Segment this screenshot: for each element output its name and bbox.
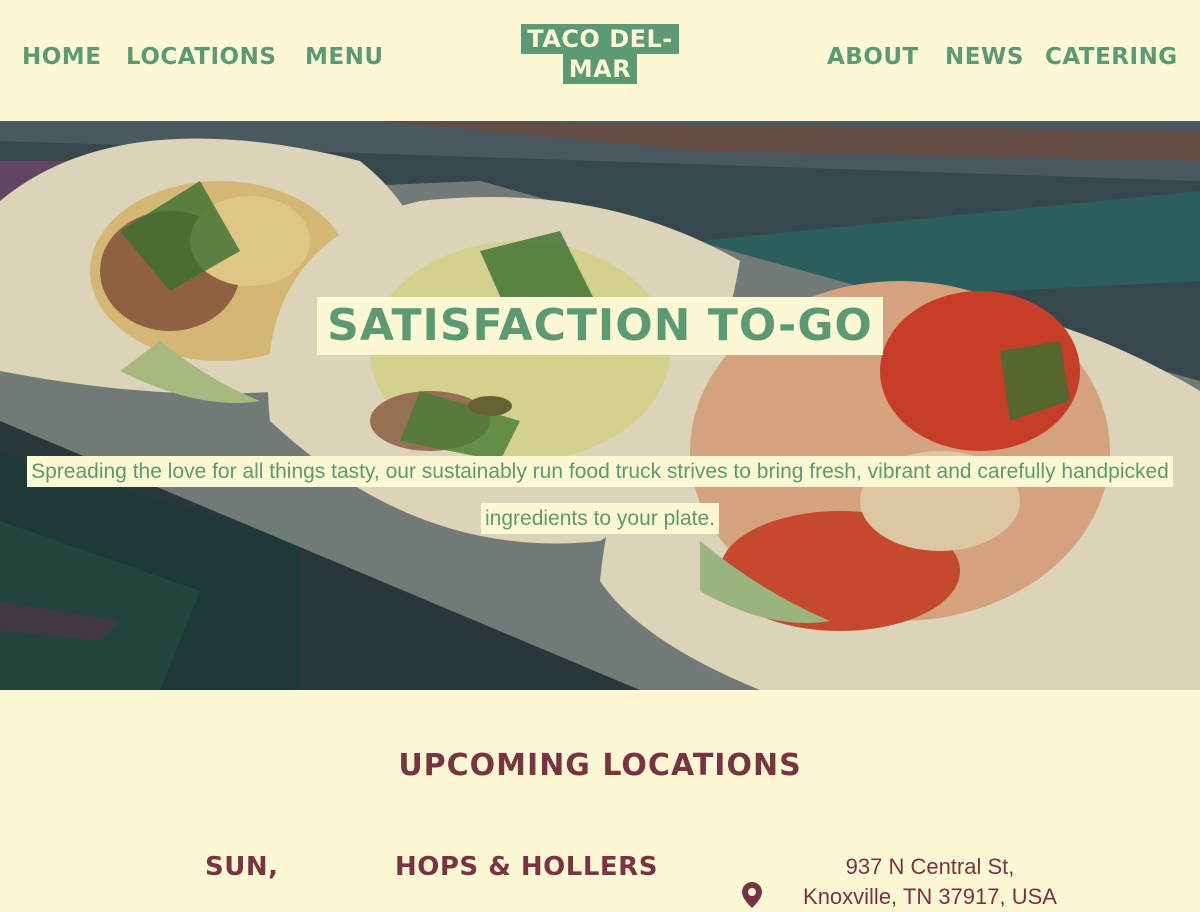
nav-home[interactable]: Home — [22, 44, 101, 70]
location-address[interactable]: 937 N Central St, Knoxville, TN 37917, U… — [780, 852, 1080, 912]
logo-line-2: MAR — [562, 54, 638, 84]
location-day: SUN, — [205, 852, 279, 882]
nav-menu[interactable]: Menu — [305, 44, 384, 70]
hero-text-wrap: Spreading the love for all things tasty,… — [0, 448, 1200, 542]
site-logo[interactable]: TACO DEL- MAR — [510, 24, 690, 84]
logo-line-1: TACO DEL- — [521, 24, 679, 54]
hero-banner: SATISFACTION TO-GO Spreading the love fo… — [0, 121, 1200, 690]
address-line-1: 937 N Central St, — [845, 854, 1015, 879]
location-venue: HOPS & HOLLERS — [395, 852, 658, 882]
nav-news[interactable]: News — [945, 44, 1024, 70]
nav-locations[interactable]: Locations — [126, 44, 276, 70]
nav-about[interactable]: About — [827, 44, 919, 70]
hero-description: Spreading the love for all things tasty,… — [27, 456, 1173, 534]
site-header: Home Locations Menu TACO DEL- MAR About … — [0, 0, 1200, 121]
hero-food-image — [0, 121, 1200, 690]
hero-title: SATISFACTION TO-GO — [317, 297, 883, 355]
location-pin-icon — [742, 882, 762, 908]
address-line-2: Knoxville, TN 37917, USA — [803, 884, 1057, 909]
upcoming-locations-section: UPCOMING LOCATIONS SUN, HOPS & HOLLERS 9… — [0, 690, 1200, 909]
hero-title-wrap: SATISFACTION TO-GO — [0, 297, 1200, 355]
nav-catering[interactable]: Catering — [1045, 44, 1178, 70]
section-heading: UPCOMING LOCATIONS — [398, 748, 802, 783]
